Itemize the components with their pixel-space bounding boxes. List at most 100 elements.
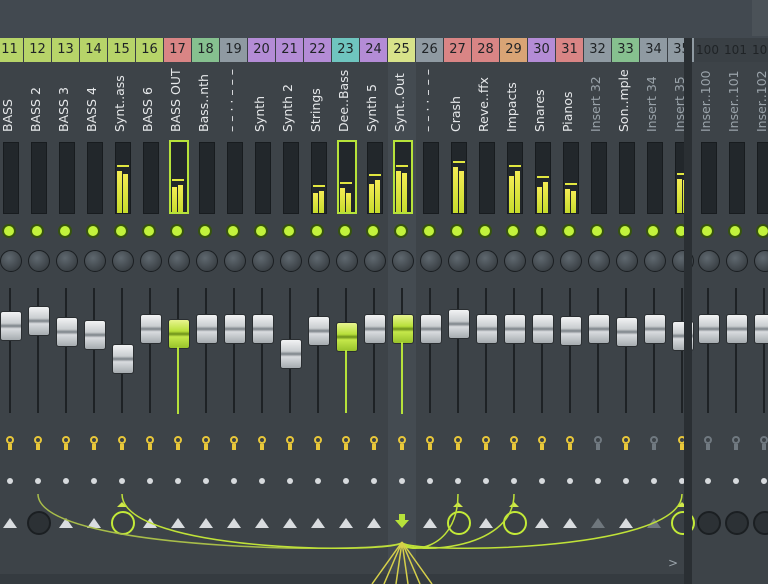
channel-number[interactable]: 30 — [528, 38, 556, 62]
mixer-strip-19[interactable]: 19 – – · · – – – — [220, 38, 248, 584]
fx-slot-dot[interactable] — [91, 478, 97, 484]
channel-name-label[interactable]: Dee..Bass — [332, 64, 360, 134]
fx-slot-dot[interactable] — [733, 478, 739, 484]
panning-knob-icon[interactable] — [256, 436, 268, 450]
mute-led-icon[interactable] — [396, 226, 406, 236]
volume-fader-handle[interactable] — [698, 314, 720, 344]
volume-fader-handle[interactable] — [644, 314, 666, 344]
channel-number[interactable]: 23 — [332, 38, 360, 62]
panning-knob-icon[interactable] — [144, 436, 156, 450]
mute-led-icon[interactable] — [60, 226, 70, 236]
route-send-arrow-icon[interactable] — [535, 518, 549, 528]
mixer-strip-33[interactable]: 33 Son..mple — [612, 38, 640, 584]
stereo-separation-knob[interactable] — [532, 250, 554, 272]
mute-led-icon[interactable] — [172, 226, 182, 236]
route-send-arrow-icon[interactable] — [647, 518, 661, 528]
stereo-separation-knob[interactable] — [196, 250, 218, 272]
panning-knob-icon[interactable] — [702, 436, 714, 450]
channel-number[interactable]: 24 — [360, 38, 388, 62]
mute-led-icon[interactable] — [144, 226, 154, 236]
stereo-separation-knob[interactable] — [308, 250, 330, 272]
panning-knob-icon[interactable] — [620, 436, 632, 450]
mixer-strip-31[interactable]: 31 Pianos — [556, 38, 584, 584]
channel-name-label[interactable]: Impacts — [500, 64, 528, 134]
channel-name-label[interactable]: Synt..Out — [388, 64, 416, 134]
route-send-arrow-icon[interactable] — [87, 518, 101, 528]
channel-number[interactable]: 19 — [220, 38, 248, 62]
fx-slot-dot[interactable] — [287, 478, 293, 484]
channel-number[interactable]: 18 — [192, 38, 220, 62]
channel-name-label[interactable]: BASS 3 — [52, 64, 80, 134]
mixer-strip-14[interactable]: 14 BASS 4 — [80, 38, 108, 584]
volume-fader-handle[interactable] — [726, 314, 748, 344]
panning-knob-icon[interactable] — [480, 436, 492, 450]
channel-name-label[interactable]: Reve..ffx — [472, 64, 500, 134]
scroll-right-icon[interactable]: > — [668, 556, 678, 570]
stereo-separation-knob[interactable] — [476, 250, 498, 272]
window-grip-handle[interactable] — [752, 0, 768, 36]
mixer-strip-24[interactable]: 24 Synth 5 — [360, 38, 388, 584]
route-send-arrow-icon[interactable] — [227, 518, 241, 528]
mixer-strip-29[interactable]: 29 Impacts — [500, 38, 528, 584]
route-send-arrow-icon[interactable] — [591, 518, 605, 528]
volume-fader-handle[interactable] — [56, 317, 78, 347]
mute-led-icon[interactable] — [508, 226, 518, 236]
mixer-strip-21[interactable]: 21 Synth 2 — [276, 38, 304, 584]
channel-number[interactable]: 29 — [500, 38, 528, 62]
mixer-strip-102[interactable]: 102 Inser..102 — [750, 38, 768, 584]
fx-slot-dot[interactable] — [455, 478, 461, 484]
channel-number[interactable]: 16 — [136, 38, 164, 62]
mute-led-icon[interactable] — [536, 226, 546, 236]
horizontal-scrollbar[interactable] — [0, 574, 684, 584]
volume-fader-handle[interactable] — [28, 306, 50, 336]
stereo-separation-knob[interactable] — [448, 250, 470, 272]
route-send-arrow-icon[interactable] — [59, 518, 73, 528]
channel-name-label[interactable]: Pianos — [556, 64, 584, 134]
volume-fader-handle[interactable] — [392, 314, 414, 344]
panning-knob-icon[interactable] — [60, 436, 72, 450]
channel-name-label[interactable]: Insert 32 — [584, 64, 612, 134]
volume-fader-handle[interactable] — [560, 316, 582, 346]
route-knob[interactable] — [27, 511, 51, 535]
channel-name-label[interactable]: Synth — [248, 64, 276, 134]
stereo-separation-knob[interactable] — [364, 250, 386, 272]
route-knob[interactable] — [503, 511, 527, 535]
channel-name-label[interactable]: Strings — [304, 64, 332, 134]
fx-slot-dot[interactable] — [175, 478, 181, 484]
mixer-strip-30[interactable]: 30 Snares — [528, 38, 556, 584]
channel-name-label[interactable]: Synth 2 — [276, 64, 304, 134]
route-send-arrow-icon[interactable] — [311, 518, 325, 528]
route-send-arrow-icon[interactable] — [339, 518, 353, 528]
channel-number[interactable]: 12 — [24, 38, 52, 62]
mute-led-icon[interactable] — [702, 226, 712, 236]
volume-fader-handle[interactable] — [224, 314, 246, 344]
channel-number[interactable]: 25 — [388, 38, 416, 62]
channel-name-label[interactable]: Synth 5 — [360, 64, 388, 134]
channel-number[interactable]: 28 — [472, 38, 500, 62]
volume-fader-handle[interactable] — [140, 314, 162, 344]
channel-name-label[interactable]: Crash — [444, 64, 472, 134]
fx-slot-dot[interactable] — [761, 478, 767, 484]
stereo-separation-knob[interactable] — [698, 250, 720, 272]
panning-knob-icon[interactable] — [228, 436, 240, 450]
route-send-arrow-icon[interactable] — [619, 518, 633, 528]
stereo-separation-knob[interactable] — [726, 250, 748, 272]
stereo-separation-knob[interactable] — [28, 250, 50, 272]
mute-led-icon[interactable] — [340, 226, 350, 236]
volume-fader-handle[interactable] — [336, 322, 358, 352]
fx-slot-dot[interactable] — [315, 478, 321, 484]
mute-led-icon[interactable] — [452, 226, 462, 236]
channel-name-label[interactable]: BASS 2 — [24, 64, 52, 134]
stereo-separation-knob[interactable] — [504, 250, 526, 272]
fx-slot-dot[interactable] — [259, 478, 265, 484]
channel-name-label[interactable]: Snares — [528, 64, 556, 134]
volume-fader-handle[interactable] — [448, 309, 470, 339]
mixer-strip-13[interactable]: 13 BASS 3 — [52, 38, 80, 584]
route-send-arrow-icon[interactable] — [255, 518, 269, 528]
channel-name-label[interactable]: Bass..nth — [192, 64, 220, 134]
panning-knob-icon[interactable] — [758, 436, 768, 450]
panning-knob-icon[interactable] — [312, 436, 324, 450]
channel-number[interactable]: 21 — [276, 38, 304, 62]
route-send-arrow-icon[interactable] — [423, 518, 437, 528]
mixer-strip-12[interactable]: 12 BASS 2 — [24, 38, 52, 584]
